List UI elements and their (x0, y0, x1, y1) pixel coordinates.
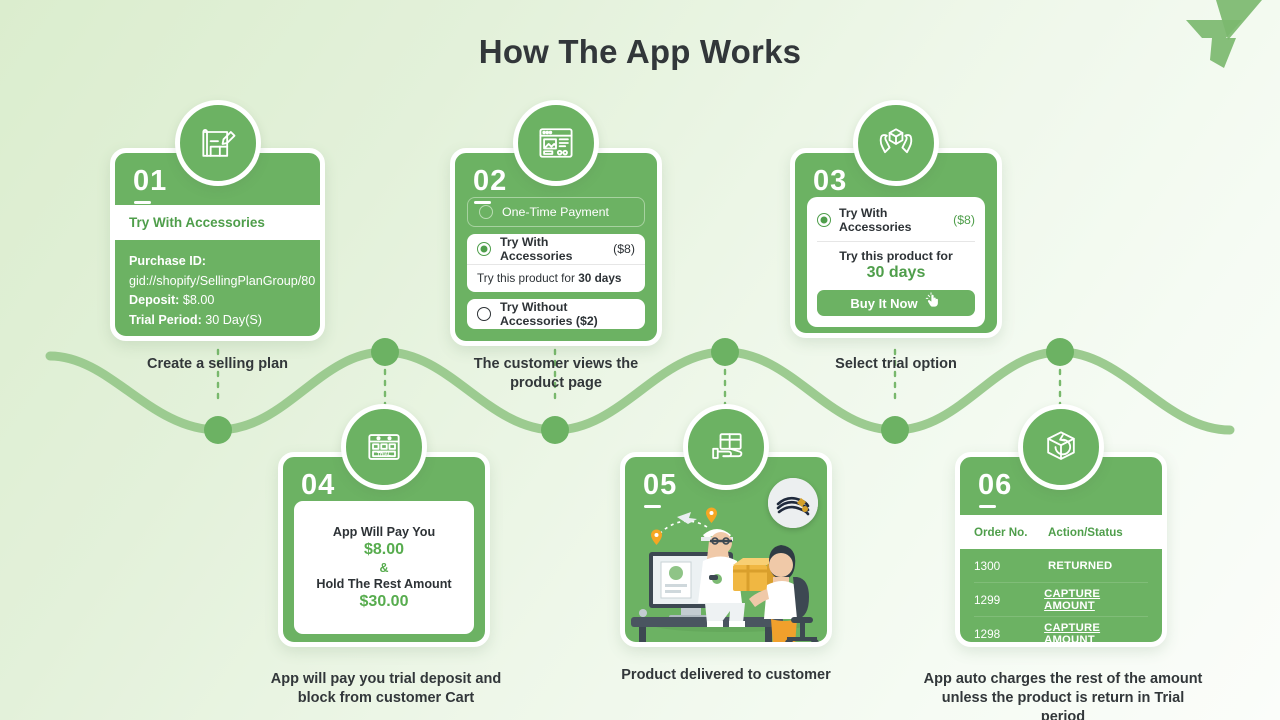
option-price: ($8) (953, 213, 975, 227)
selling-plan-fields: Purchase ID: gid://shopify/SellingPlanGr… (115, 240, 320, 330)
cell-action-status: RETURNED (1048, 559, 1113, 572)
cell-order-no: 1300 (974, 558, 1001, 573)
option-price: ($8) (613, 242, 635, 256)
hold-amount: $30.00 (359, 592, 409, 610)
ampersand: & (379, 560, 389, 575)
option-subtext: Try this product for 30 days (467, 264, 645, 292)
column-header-action-status: Action/Status (1048, 525, 1123, 539)
step-caption-03: Select trial option (835, 356, 957, 372)
option-try-with-accessories[interactable]: Try With Accessories ($8) Try this produ… (467, 234, 645, 292)
cell-order-no: 1299 (974, 592, 1001, 607)
selling-plan-title: Try With Accessories (115, 205, 320, 240)
field-purchase-id-value: gid://shopify/SellingPlanGroup/80 (129, 273, 316, 288)
cell-action-status[interactable]: CAPTURE AMOUNT (1044, 588, 1148, 612)
step-number: 01 (133, 165, 168, 204)
page-title: How The App Works (478, 33, 802, 70)
cell-action-status[interactable]: CAPTURE AMOUNT (1044, 622, 1148, 642)
step-caption-02: The customer views the product page (473, 356, 639, 392)
field-purchase-id-label: Purchase ID: (129, 254, 206, 268)
hold-label: Hold The Rest Amount (316, 576, 452, 591)
step-number: 02 (473, 165, 508, 204)
infographic-canvas: How The App Works 01 Try With Accessorie… (0, 0, 1280, 720)
option-row[interactable]: Try With Accessories ($8) (467, 234, 645, 264)
buy-it-now-button[interactable]: Buy It Now (817, 290, 975, 316)
buy-it-now-label: Buy It Now (850, 295, 918, 311)
option-try-without-accessories[interactable]: Try Without Accessories ($2) (467, 299, 645, 329)
field-trial-period: Trial Period: 30 Day(S) (129, 312, 262, 327)
hand-package-icon (683, 404, 769, 490)
option-label: One-Time Payment (502, 205, 609, 219)
selling-plan-title-text: Try With Accessories (129, 215, 265, 230)
leather-bracelet-product-thumbnail (768, 478, 818, 528)
option-one-time-payment[interactable]: One-Time Payment (467, 197, 645, 227)
trial-duration: Try this product for 30 days (817, 242, 975, 290)
orders-table-body: 1300 RETURNED 1299 CAPTURE AMOUNT 1298 C… (960, 549, 1162, 642)
step-number: 06 (978, 469, 1013, 508)
blueprint-pencil-icon (175, 100, 261, 186)
column-header-order-no: Order No. (974, 525, 1028, 539)
option-label: Try With Accessories (500, 235, 573, 263)
orders-table-header: Order No. Action/Status (960, 515, 1162, 549)
trial-option-panel: Try With Accessories ($8) Try this produ… (807, 197, 985, 327)
table-row: 1298 CAPTURE AMOUNT (974, 617, 1148, 642)
radio-icon[interactable] (479, 205, 493, 219)
step-caption-04: App will pay you trial deposit and block… (270, 671, 502, 707)
step-number: 03 (813, 165, 848, 204)
table-row: 1299 CAPTURE AMOUNT (974, 583, 1148, 617)
payout-amount: $8.00 (363, 540, 405, 558)
svg-text:TRIAL: TRIAL (377, 451, 391, 456)
step-caption-01: Create a selling plan (146, 356, 289, 372)
product-page-icon (513, 100, 599, 186)
field-deposit: Deposit: $8.00 (129, 293, 215, 308)
selected-option-row[interactable]: Try With Accessories ($8) (817, 206, 975, 242)
radio-icon[interactable] (477, 307, 491, 321)
payout-panel: App Will Pay You $8.00 & Hold The Rest A… (294, 501, 474, 634)
hands-box-icon (853, 100, 939, 186)
option-label: Try Without Accessories ($2) (500, 300, 598, 328)
trial-line-2: 30 days (866, 264, 926, 281)
option-label: Try With Accessories (839, 206, 912, 234)
return-box-icon (1018, 404, 1104, 490)
trial-line-1: Try this product for (839, 249, 953, 263)
radio-selected-icon[interactable] (817, 213, 831, 227)
step-caption-05: Product delivered to customer (621, 667, 831, 683)
step-number: 04 (301, 469, 336, 508)
table-row: 1300 RETURNED (974, 549, 1148, 583)
payout-label: App Will Pay You (332, 524, 436, 539)
cell-order-no: 1298 (974, 627, 1001, 641)
step-caption-06: App auto charges the rest of the amount … (923, 671, 1203, 720)
click-hand-icon (925, 292, 942, 314)
trial-calendar-icon: TRIAL (341, 404, 427, 490)
radio-selected-icon[interactable] (477, 242, 491, 256)
